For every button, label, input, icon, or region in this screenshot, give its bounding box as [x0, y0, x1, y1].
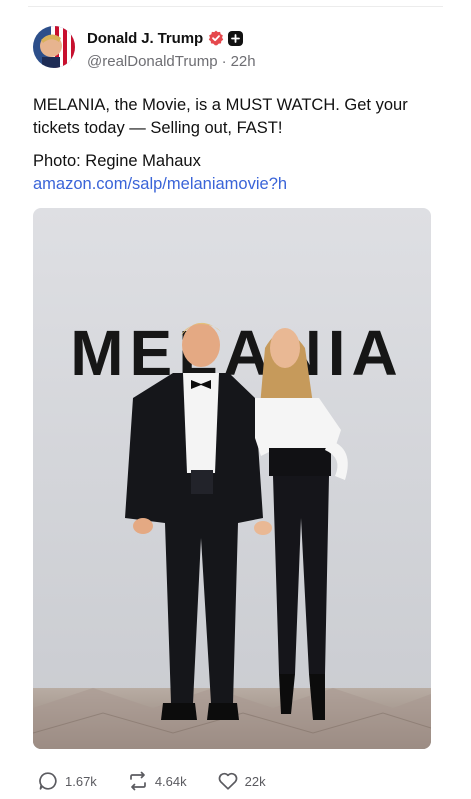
post-timestamp[interactable]: 22h	[231, 53, 256, 70]
author-handle[interactable]: @realDonaldTrump	[87, 53, 218, 70]
post-actions: 1.67k 4.64k 22k	[37, 770, 296, 792]
top-divider	[28, 6, 443, 7]
backdrop-title: MELANIA	[70, 317, 404, 389]
like-count: 22k	[244, 773, 266, 789]
post-header: Donald J. Trump @realDonaldTrump · 22h	[33, 26, 256, 70]
reply-count: 1.67k	[65, 773, 97, 789]
author-display-name[interactable]: Donald J. Trump	[87, 30, 203, 47]
reply-button[interactable]: 1.67k	[37, 770, 97, 792]
avatar[interactable]	[33, 26, 75, 68]
meta-separator: ·	[221, 53, 227, 70]
repost-icon	[127, 770, 149, 792]
photo-credit: Photo: Regine Mahaux	[33, 152, 201, 170]
post-text: MELANIA, the Movie, is a MUST WATCH. Get…	[33, 96, 408, 137]
repost-count: 4.64k	[154, 773, 187, 789]
heart-icon	[217, 770, 239, 792]
post-media-image[interactable]: MELANIA	[33, 208, 431, 749]
verified-badge-icon	[208, 30, 224, 46]
post-link[interactable]: amazon.com/salp/melaniamovie?h	[33, 173, 287, 196]
plus-badge-icon	[228, 30, 244, 46]
reply-icon	[37, 770, 59, 792]
like-button[interactable]: 22k	[217, 770, 266, 792]
repost-button[interactable]: 4.64k	[127, 770, 187, 792]
